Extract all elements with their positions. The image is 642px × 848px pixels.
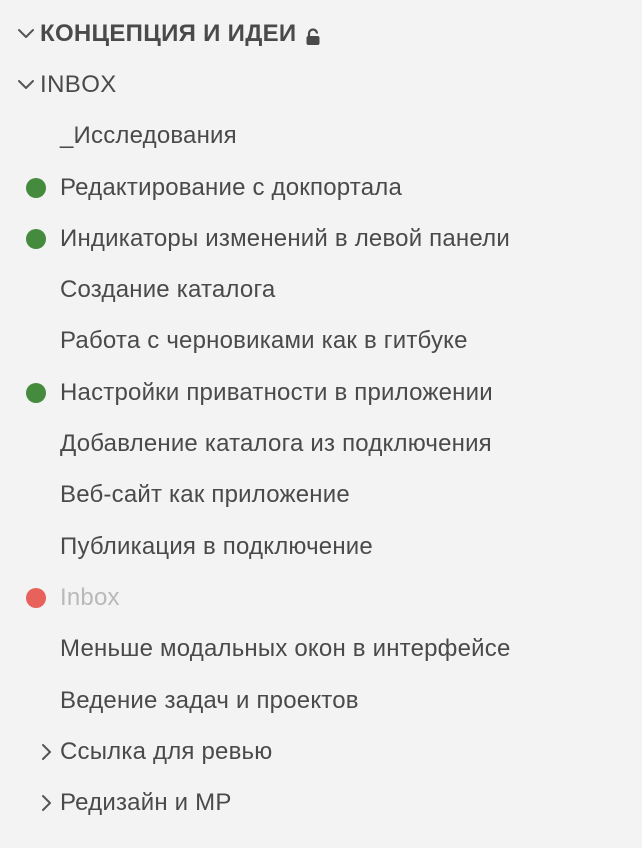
chevron-down-icon[interactable] xyxy=(16,24,36,44)
sidebar-tree: КОНЦЕПЦИЯ И ИДЕИ INBOX _Исследования Реда… xyxy=(0,8,642,829)
list-item[interactable]: Меньше модальных окон в интерфейсе xyxy=(0,624,642,675)
list-item[interactable]: Создание каталога xyxy=(0,264,642,315)
list-item-label: Публикация в подключение xyxy=(60,532,373,560)
list-item[interactable]: Ссылка для ревью xyxy=(0,726,642,777)
list-item-label: Меньше модальных окон в интерфейсе xyxy=(60,635,511,663)
folder-title: INBOX xyxy=(40,70,117,98)
list-item-label: Редизайн и МР xyxy=(60,789,232,817)
list-item[interactable]: Редизайн и МР xyxy=(0,777,642,828)
list-item[interactable]: Веб-сайт как приложение xyxy=(0,470,642,521)
list-item-label: Настройки приватности в приложении xyxy=(60,378,493,406)
list-item[interactable]: Публикация в подключение xyxy=(0,521,642,572)
list-item[interactable]: Редактирование с докпортала xyxy=(0,162,642,213)
list-item[interactable]: _Исследования xyxy=(0,111,642,162)
list-item-label: Веб-сайт как приложение xyxy=(60,481,350,509)
list-item-label: Индикаторы изменений в левой панели xyxy=(60,224,510,252)
section-title: КОНЦЕПЦИЯ И ИДЕИ xyxy=(40,20,322,48)
list-item-label: Ведение задач и проектов xyxy=(60,686,359,714)
status-dot-icon xyxy=(26,228,46,249)
list-item-label: Добавление каталога из подключения xyxy=(60,430,492,458)
list-item[interactable]: Ведение задач и проектов xyxy=(0,675,642,726)
list-item[interactable]: Работа с черновиками как в гитбуке xyxy=(0,316,642,367)
lock-icon xyxy=(304,25,322,45)
list-item[interactable]: Inbox xyxy=(0,572,642,623)
item-list: _Исследования Редактирование с докпортала… xyxy=(0,111,642,829)
status-dot-icon xyxy=(26,382,46,403)
list-item-label: Ссылка для ревью xyxy=(60,737,273,765)
list-item[interactable]: Настройки приватности в приложении xyxy=(0,367,642,418)
chevron-down-icon[interactable] xyxy=(16,75,36,95)
section-title-text: КОНЦЕПЦИЯ И ИДЕИ xyxy=(40,19,297,47)
list-item[interactable]: Индикаторы изменений в левой панели xyxy=(0,213,642,264)
folder-inbox[interactable]: INBOX xyxy=(0,59,642,110)
status-dot-icon xyxy=(26,587,46,608)
list-item-label: _Исследования xyxy=(60,122,237,150)
list-item[interactable]: Добавление каталога из подключения xyxy=(0,418,642,469)
list-item-label: Работа с черновиками как в гитбуке xyxy=(60,327,468,355)
list-item-label: Создание каталога xyxy=(60,276,276,304)
section-header[interactable]: КОНЦЕПЦИЯ И ИДЕИ xyxy=(0,8,642,59)
list-item-label: Редактирование с докпортала xyxy=(60,173,402,201)
chevron-right-icon[interactable] xyxy=(36,742,56,762)
status-dot-icon xyxy=(26,177,46,198)
list-item-label: Inbox xyxy=(60,583,120,611)
chevron-right-icon[interactable] xyxy=(36,793,56,813)
